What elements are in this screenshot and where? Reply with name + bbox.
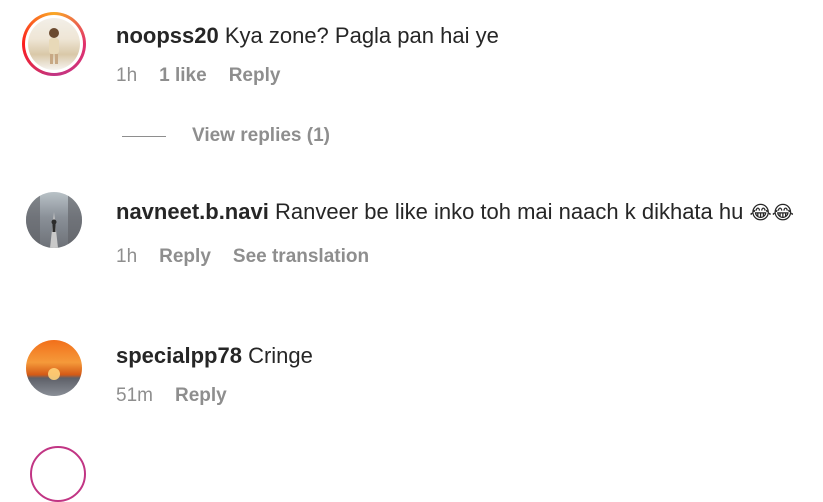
comment-text: Kya zone? Pagla pan hai ye	[224, 23, 499, 48]
divider-line	[122, 135, 166, 137]
comment-meta: 1h Reply See translation	[116, 246, 803, 268]
story-ring[interactable]	[22, 12, 86, 76]
username[interactable]: specialpp78	[116, 343, 242, 368]
avatar-image	[26, 192, 82, 248]
reply-button[interactable]: Reply	[175, 385, 227, 407]
view-replies-label: View replies (1)	[192, 125, 330, 146]
comment-text-line: noopss20 Kya zone? Pagla pan hai ye	[116, 20, 803, 51]
avatar[interactable]	[28, 18, 80, 70]
avatar-image	[49, 28, 59, 64]
view-replies-button[interactable]: View replies (1)	[122, 125, 330, 147]
reply-button[interactable]: Reply	[229, 65, 281, 87]
timestamp: 51m	[116, 385, 153, 406]
timestamp: 1h	[116, 65, 138, 86]
comment-text: Ranveer be like inko toh mai naach k dik…	[274, 199, 744, 224]
comment-text: Cringe	[248, 343, 313, 368]
likes-count[interactable]: 1 like	[159, 65, 207, 87]
timestamp: 1h	[116, 246, 138, 267]
comment-meta: 51m Reply	[116, 385, 803, 407]
comment-meta: 1h 1 like Reply	[116, 65, 803, 87]
next-comment-avatar[interactable]	[30, 446, 86, 502]
comment-text-line: navneet.b.navi Ranveer be like inko toh …	[116, 196, 803, 229]
username[interactable]: noopss20	[116, 23, 219, 48]
comment-text-line: specialpp78 Cringe	[116, 340, 803, 371]
laughing-emoji-icon: 😂😂	[749, 202, 794, 224]
avatar-image	[48, 368, 60, 380]
see-translation-button[interactable]: See translation	[233, 246, 369, 268]
avatar[interactable]	[26, 192, 82, 248]
username[interactable]: navneet.b.navi	[116, 199, 269, 224]
avatar[interactable]	[26, 340, 82, 396]
reply-button[interactable]: Reply	[159, 246, 211, 268]
